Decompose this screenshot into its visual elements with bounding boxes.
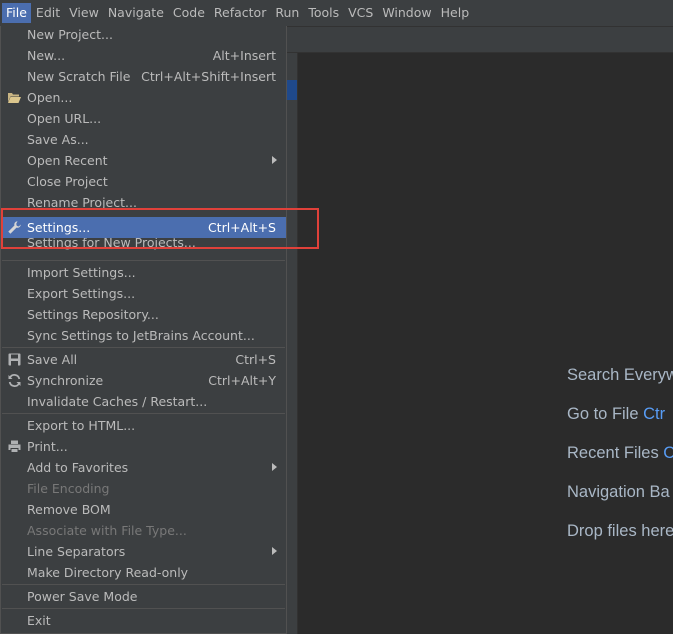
menu-file[interactable]: File xyxy=(2,3,31,23)
hint-go-to-file: Go to File Ctr xyxy=(567,405,666,423)
menu-bar: File Edit View Navigate Code Refactor Ru… xyxy=(0,0,673,27)
hint-recent-files: Recent Files C xyxy=(567,443,673,482)
menu-separator xyxy=(2,413,285,414)
hint-go-to-file-shortcut: Ctr xyxy=(643,405,666,423)
menu-item-add-to-favorites[interactable]: Add to Favorites xyxy=(1,457,286,478)
hint-navigation-bar: Navigation Ba xyxy=(567,483,670,501)
menu-window[interactable]: Window xyxy=(378,3,435,23)
menu-item-rename-project[interactable]: Rename Project... xyxy=(1,192,286,209)
file-menu-dropdown: New Project... New... Alt+Insert New Scr… xyxy=(0,26,287,634)
menu-item-export-settings[interactable]: Export Settings... xyxy=(1,283,286,304)
menu-refactor[interactable]: Refactor xyxy=(210,3,270,23)
menu-item-remove-bom[interactable]: Remove BOM xyxy=(1,499,286,520)
menu-item-sync-settings[interactable]: Sync Settings to JetBrains Account... xyxy=(1,325,286,346)
menu-item-open-recent[interactable]: Open Recent xyxy=(1,150,286,171)
menu-item-open[interactable]: Open... xyxy=(1,87,286,108)
submenu-arrow-icon xyxy=(272,463,277,471)
menu-item-settings[interactable]: Settings... Ctrl+Alt+S xyxy=(1,217,286,238)
menu-item-open-url[interactable]: Open URL... xyxy=(1,108,286,129)
editor-hints: Search Everyw Go to File Ctr Recent File… xyxy=(567,365,673,560)
menu-separator xyxy=(2,260,285,261)
save-icon xyxy=(7,352,22,367)
menu-item-file-encoding[interactable]: File Encoding xyxy=(1,478,286,499)
menu-item-save-all[interactable]: Save All Ctrl+S xyxy=(1,349,286,370)
menu-item-close-project[interactable]: Close Project xyxy=(1,171,286,192)
menu-item-import-settings[interactable]: Import Settings... xyxy=(1,262,286,283)
print-icon xyxy=(7,439,22,454)
hint-search-everywhere: Search Everyw xyxy=(567,366,673,384)
menu-item-invalidate-caches[interactable]: Invalidate Caches / Restart... xyxy=(1,391,286,412)
menu-item-line-separators[interactable]: Line Separators xyxy=(1,541,286,562)
menu-code[interactable]: Code xyxy=(169,3,209,23)
selected-tree-row-highlight xyxy=(287,80,297,100)
navigation-toolbar xyxy=(287,27,673,53)
menu-item-power-save-mode[interactable]: Power Save Mode xyxy=(1,586,286,607)
menu-item-export-html[interactable]: Export to HTML... xyxy=(1,415,286,436)
submenu-arrow-icon xyxy=(272,547,277,555)
menu-item-settings-new-projects[interactable]: Settings for New Projects... xyxy=(1,238,286,254)
menu-separator xyxy=(2,347,285,348)
menu-item-new-project[interactable]: New Project... xyxy=(1,24,286,45)
project-tool-window-edge[interactable] xyxy=(287,53,298,634)
menu-item-new-scratch-file[interactable]: New Scratch File Ctrl+Alt+Shift+Insert xyxy=(1,66,286,87)
menu-edit[interactable]: Edit xyxy=(32,3,64,23)
menu-item-associate-file-type[interactable]: Associate with File Type... xyxy=(1,520,286,541)
menu-item-new[interactable]: New... Alt+Insert xyxy=(1,45,286,66)
menu-run[interactable]: Run xyxy=(271,3,303,23)
hint-recent-files-shortcut: C xyxy=(663,444,673,462)
menu-item-exit[interactable]: Exit xyxy=(1,610,286,631)
menu-navigate[interactable]: Navigate xyxy=(104,3,168,23)
menu-help[interactable]: Help xyxy=(437,3,474,23)
menu-item-make-read-only[interactable]: Make Directory Read-only xyxy=(1,562,286,583)
menu-tools[interactable]: Tools xyxy=(304,3,343,23)
wrench-icon xyxy=(7,220,22,235)
hint-drop-files: Drop files here xyxy=(567,522,673,540)
folder-open-icon xyxy=(7,90,22,105)
menu-item-print[interactable]: Print... xyxy=(1,436,286,457)
menu-separator xyxy=(2,608,285,609)
menu-item-synchronize[interactable]: Synchronize Ctrl+Alt+Y xyxy=(1,370,286,391)
menu-item-save-as[interactable]: Save As... xyxy=(1,129,286,150)
menu-vcs[interactable]: VCS xyxy=(344,3,377,23)
menu-view[interactable]: View xyxy=(65,3,103,23)
submenu-arrow-icon xyxy=(272,156,277,164)
menu-separator xyxy=(2,584,285,585)
sync-icon xyxy=(7,373,22,388)
menu-item-settings-repository[interactable]: Settings Repository... xyxy=(1,304,286,325)
